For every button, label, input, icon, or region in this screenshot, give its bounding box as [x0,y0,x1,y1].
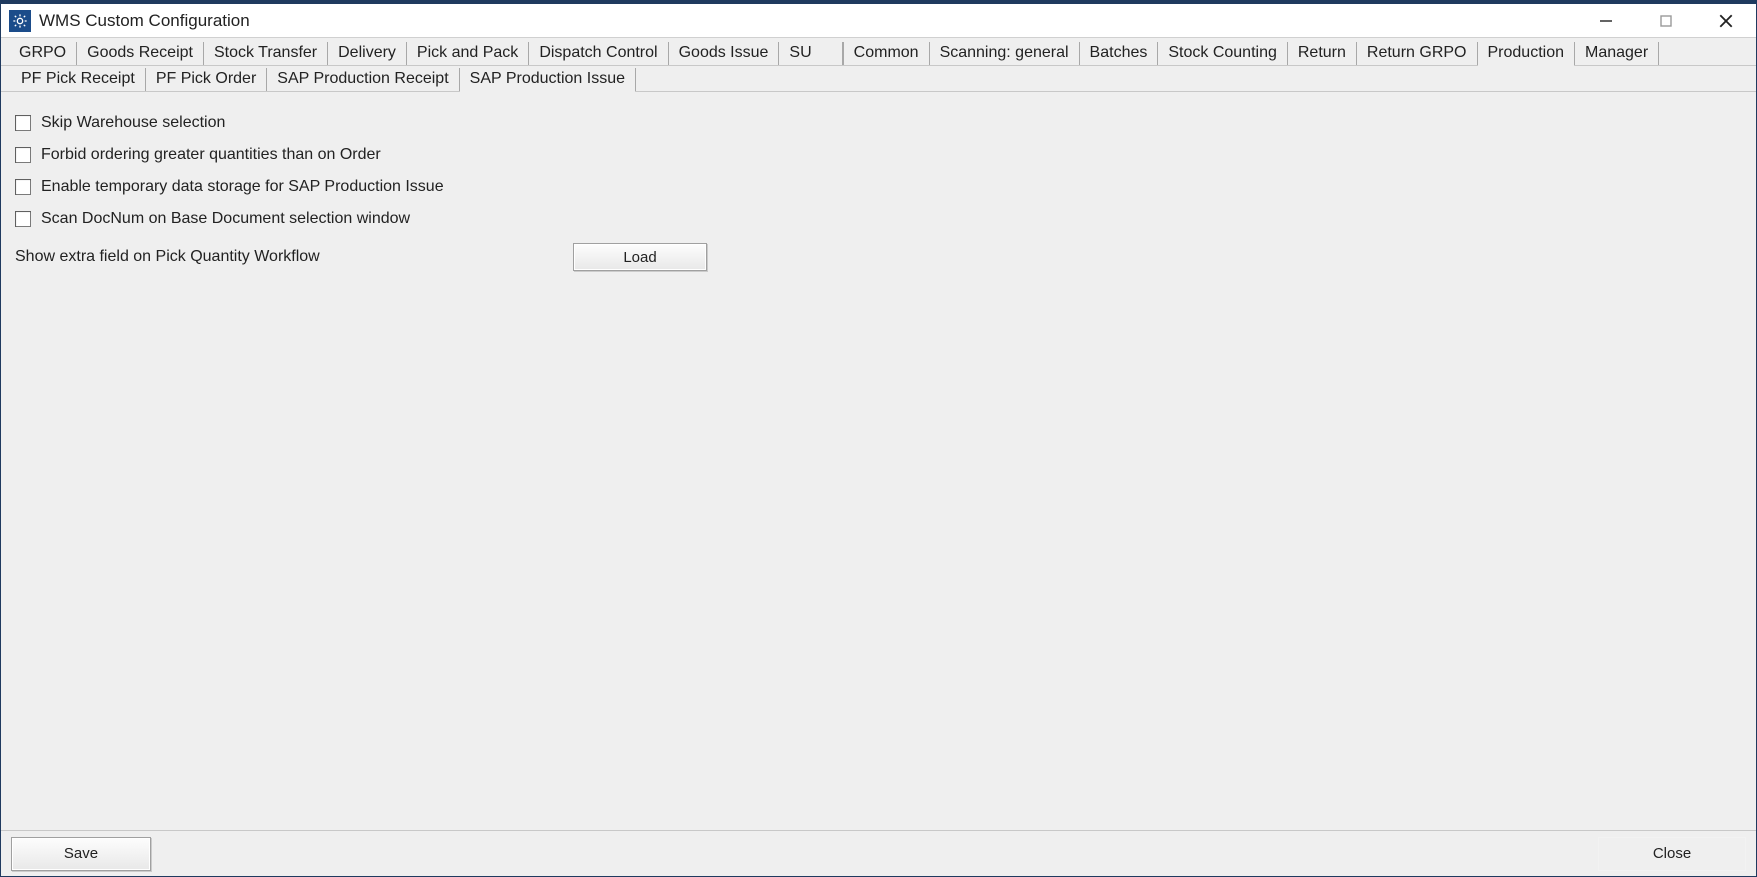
tab-batches[interactable]: Batches [1080,42,1159,65]
checkbox-scan-docnum[interactable] [15,211,31,227]
tab-dispatch-control[interactable]: Dispatch Control [529,42,668,65]
window-title: WMS Custom Configuration [39,11,250,31]
tab-stock-counting[interactable]: Stock Counting [1158,42,1288,65]
tab-su[interactable]: SU [779,42,842,65]
checkbox-skip-warehouse[interactable] [15,115,31,131]
checkbox-temp-data-storage[interactable] [15,179,31,195]
tab-common[interactable]: Common [843,42,930,65]
option-scan-docnum: Scan DocNum on Base Document selection w… [15,204,1742,234]
checkbox-forbid-greater-qty[interactable] [15,147,31,163]
close-window-button[interactable] [1696,3,1756,39]
extra-field-row: Show extra field on Pick Quantity Workfl… [15,240,1742,274]
checkbox-label: Enable temporary data storage for SAP Pr… [41,178,444,196]
option-forbid-greater-qty: Forbid ordering greater quantities than … [15,140,1742,170]
tab-pick-and-pack[interactable]: Pick and Pack [407,42,529,65]
checkbox-label: Scan DocNum on Base Document selection w… [41,210,410,228]
tab-stock-transfer[interactable]: Stock Transfer [204,42,328,65]
checkbox-label: Forbid ordering greater quantities than … [41,146,381,164]
tab-manager[interactable]: Manager [1575,42,1659,65]
option-skip-warehouse: Skip Warehouse selection [15,108,1742,138]
checkbox-label: Skip Warehouse selection [41,114,225,132]
subtab-sap-production-receipt[interactable]: SAP Production Receipt [267,68,459,91]
tab-content: Skip Warehouse selection Forbid ordering… [1,92,1756,830]
subtab-pf-pick-order[interactable]: PF Pick Order [146,68,267,91]
app-icon [9,10,31,32]
secondary-tabstrip: PF Pick Receipt PF Pick Order SAP Produc… [1,66,1756,92]
config-window: WMS Custom Configuration GRPO Goods Rece… [0,0,1757,877]
tab-delivery[interactable]: Delivery [328,42,407,65]
primary-tabstrip: GRPO Goods Receipt Stock Transfer Delive… [1,38,1756,66]
extra-field-label: Show extra field on Pick Quantity Workfl… [15,248,573,266]
tab-scanning-general[interactable]: Scanning: general [930,42,1080,65]
tab-return-grpo[interactable]: Return GRPO [1357,42,1478,65]
save-button[interactable]: Save [11,837,151,871]
load-button[interactable]: Load [573,243,707,271]
subtab-sap-production-issue[interactable]: SAP Production Issue [460,68,636,91]
maximize-button[interactable] [1636,3,1696,39]
close-button[interactable]: Close [1598,837,1746,871]
tab-goods-receipt[interactable]: Goods Receipt [77,42,204,65]
client-area: GRPO Goods Receipt Stock Transfer Delive… [1,37,1756,876]
tab-grpo[interactable]: GRPO [9,42,77,65]
titlebar: WMS Custom Configuration [1,1,1756,37]
minimize-button[interactable] [1576,3,1636,39]
subtab-pf-pick-receipt[interactable]: PF Pick Receipt [11,68,146,91]
footer: Save Close [1,830,1756,876]
tab-return[interactable]: Return [1288,42,1357,65]
tab-production[interactable]: Production [1478,42,1576,65]
window-controls [1576,4,1756,37]
option-temp-data-storage: Enable temporary data storage for SAP Pr… [15,172,1742,202]
tab-goods-issue[interactable]: Goods Issue [669,42,780,65]
